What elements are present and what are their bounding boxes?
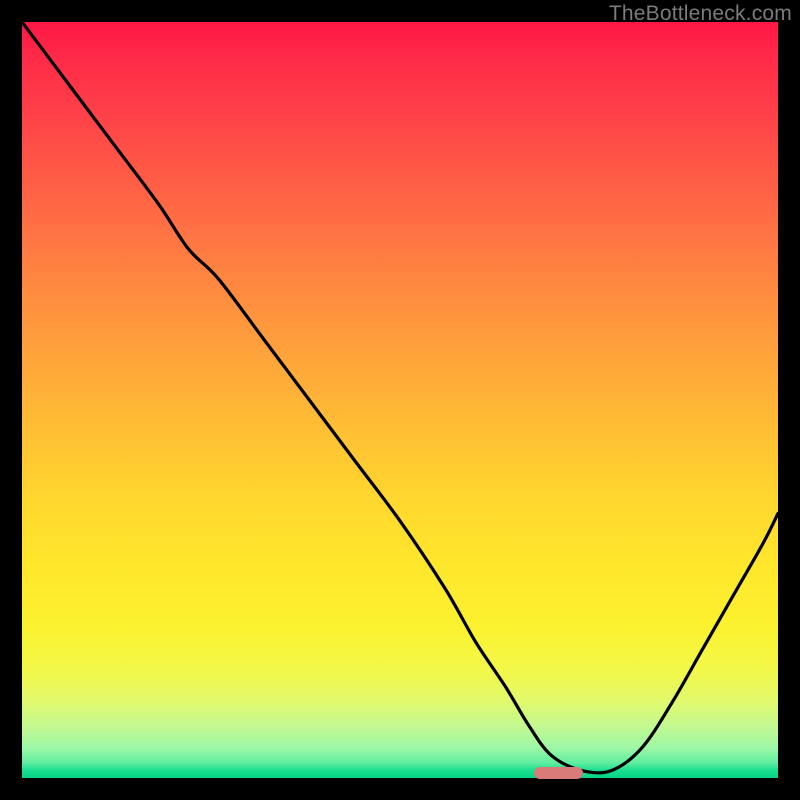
optimal-marker — [534, 767, 583, 779]
chart-plot — [22, 22, 778, 778]
chart-frame — [22, 22, 778, 778]
bottleneck-curve-path — [22, 22, 778, 773]
